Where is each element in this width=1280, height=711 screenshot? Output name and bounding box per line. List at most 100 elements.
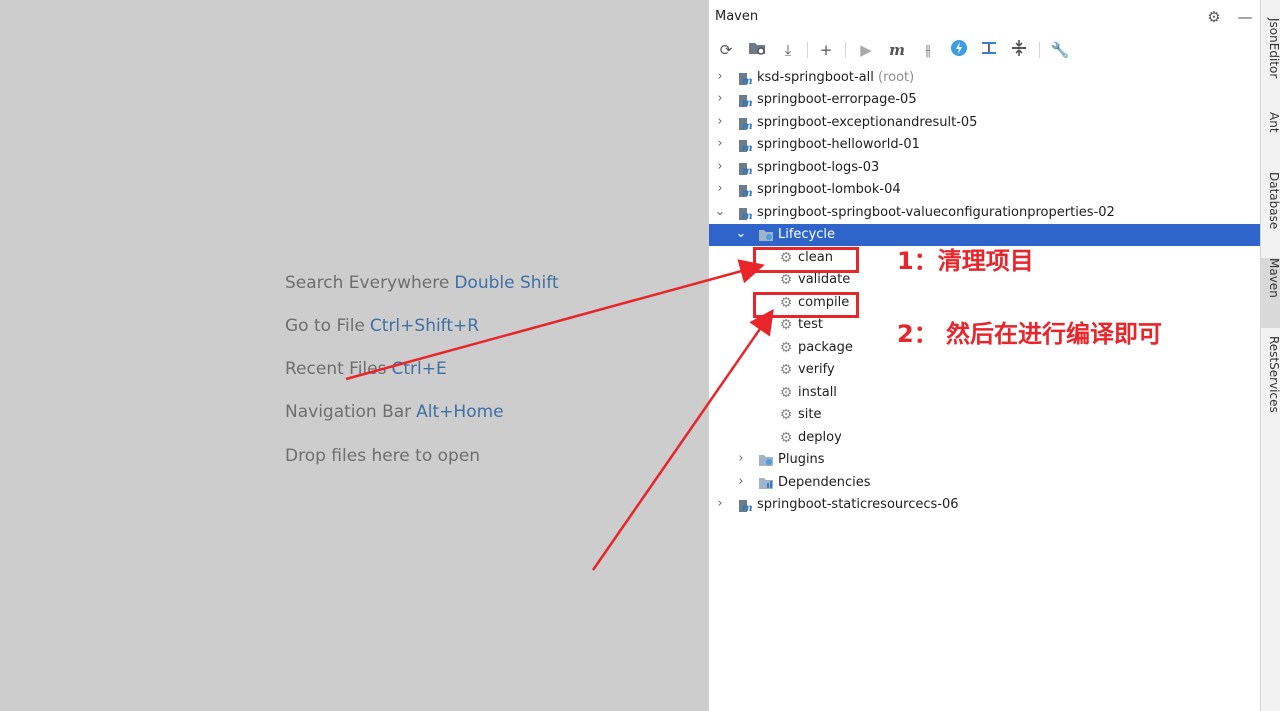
lifecycle-folder-icon bbox=[758, 227, 774, 243]
svg-text:m: m bbox=[742, 143, 753, 153]
tree-row-project[interactable]: › m springboot-helloworld-01 bbox=[709, 134, 1261, 156]
maven-tool-window: Maven ⚙ — ⟳ ⤓ + ▶ m ⫲ 🔧 › m ksd-springbo… bbox=[708, 0, 1261, 711]
skip-tests-icon[interactable] bbox=[948, 39, 970, 61]
refresh-icon[interactable]: ⟳ bbox=[715, 39, 737, 61]
hint-go-to-file: Go to File Ctrl+Shift+R bbox=[285, 316, 480, 336]
maven-module-icon: m bbox=[738, 92, 754, 109]
hint-key: Double Shift bbox=[454, 273, 559, 293]
svg-text:m: m bbox=[742, 121, 753, 131]
right-tool-strip: JsonEditor Ant Database Maven RestServic… bbox=[1260, 0, 1280, 711]
maven-module-icon: m bbox=[738, 137, 754, 154]
toggle-offline-icon[interactable]: ⫲ bbox=[917, 39, 939, 61]
tool-tab-jsoneditor[interactable]: JsonEditor bbox=[1261, 18, 1280, 98]
show-dependencies-icon[interactable] bbox=[978, 39, 1000, 61]
tree-row-label: springboot-exceptionandresult-05 bbox=[757, 115, 978, 130]
tree-row-label: ksd-springboot-all (root) bbox=[757, 70, 915, 85]
svg-text:m: m bbox=[742, 188, 753, 198]
tool-tab-ant[interactable]: Ant bbox=[1261, 112, 1280, 156]
tool-tab-maven[interactable]: Maven bbox=[1261, 258, 1280, 328]
tree-row-label: springboot-errorpage-05 bbox=[757, 92, 917, 107]
tree-row-label: test bbox=[798, 317, 823, 332]
maven-goal-icon[interactable]: m bbox=[886, 39, 908, 61]
tree-row-label: springboot-springboot-valueconfiguration… bbox=[757, 205, 1115, 220]
hint-recent-files: Recent Files Ctrl+E bbox=[285, 359, 447, 379]
gear-icon: ⚙ bbox=[779, 385, 793, 401]
tree-row-label: package bbox=[798, 340, 853, 355]
toolbar-separator bbox=[807, 42, 808, 58]
gear-icon: ⚙ bbox=[779, 317, 793, 333]
maven-module-icon: m bbox=[738, 160, 754, 177]
tree-row-label: Lifecycle bbox=[778, 227, 836, 242]
chevron-right-icon[interactable]: › bbox=[714, 69, 726, 85]
minimize-icon[interactable]: — bbox=[1236, 8, 1254, 26]
tree-row-project[interactable]: › m springboot-staticresourcecs-06 bbox=[709, 494, 1261, 516]
maven-panel-header: Maven ⚙ — bbox=[709, 0, 1261, 34]
svg-text:m: m bbox=[742, 98, 753, 108]
chevron-right-icon[interactable]: › bbox=[735, 474, 747, 490]
tree-row-goal-verify[interactable]: ⚙ verify bbox=[709, 359, 1261, 381]
chevron-down-icon[interactable]: ⌄ bbox=[714, 204, 726, 220]
annotation-step-2: 2： 然后在进行编译即可 bbox=[897, 320, 1163, 348]
settings-wrench-icon[interactable]: 🔧 bbox=[1049, 39, 1071, 61]
hint-key: Ctrl+E bbox=[391, 359, 447, 379]
tree-row-dependencies[interactable]: › Dependencies bbox=[709, 472, 1261, 494]
tree-row-label: springboot-staticresourcecs-06 bbox=[757, 497, 959, 512]
highlight-box-clean bbox=[753, 247, 859, 273]
hint-search-everywhere: Search Everywhere Double Shift bbox=[285, 273, 559, 293]
tool-tab-database[interactable]: Database bbox=[1261, 172, 1280, 246]
chevron-right-icon[interactable]: › bbox=[714, 91, 726, 107]
chevron-right-icon[interactable]: › bbox=[735, 451, 747, 467]
tree-row-project[interactable]: › m springboot-logs-03 bbox=[709, 157, 1261, 179]
tree-row-label: Plugins bbox=[778, 452, 825, 467]
hint-key: Alt+Home bbox=[416, 402, 504, 422]
tree-row-goal-install[interactable]: ⚙ install bbox=[709, 382, 1261, 404]
tree-row-label: springboot-logs-03 bbox=[757, 160, 880, 175]
chevron-right-icon[interactable]: › bbox=[714, 136, 726, 152]
tree-row-project[interactable]: › m ksd-springboot-all (root) bbox=[709, 67, 1261, 89]
svg-text:m: m bbox=[742, 76, 753, 86]
maven-module-icon: m bbox=[738, 205, 754, 222]
tree-row-plugins[interactable]: › Plugins bbox=[709, 449, 1261, 471]
plugins-folder-icon bbox=[758, 452, 774, 468]
download-icon[interactable]: ⤓ bbox=[777, 39, 799, 61]
hint-navigation-bar: Navigation Bar Alt+Home bbox=[285, 402, 504, 422]
gear-icon: ⚙ bbox=[779, 340, 793, 356]
tree-row-label: springboot-helloworld-01 bbox=[757, 137, 920, 152]
tree-row-project-expanded[interactable]: ⌄ m springboot-springboot-valueconfigura… bbox=[709, 202, 1261, 224]
chevron-down-icon[interactable]: ⌄ bbox=[735, 226, 747, 242]
maven-toolbar: ⟳ ⤓ + ▶ m ⫲ 🔧 bbox=[709, 36, 1261, 64]
toolbar-separator bbox=[845, 42, 846, 58]
tree-row-label: site bbox=[798, 407, 822, 422]
tree-row-project[interactable]: › m springboot-exceptionandresult-05 bbox=[709, 112, 1261, 134]
toolbar-separator bbox=[1039, 42, 1040, 58]
add-icon[interactable]: + bbox=[815, 39, 837, 61]
gear-icon: ⚙ bbox=[779, 407, 793, 423]
tree-row-goal-deploy[interactable]: ⚙ deploy bbox=[709, 427, 1261, 449]
tree-row-label: install bbox=[798, 385, 837, 400]
collapse-all-icon[interactable] bbox=[1008, 39, 1030, 61]
tree-row-label: validate bbox=[798, 272, 851, 287]
tree-row-goal-site[interactable]: ⚙ site bbox=[709, 404, 1261, 426]
svg-text:m: m bbox=[742, 211, 753, 221]
maven-module-icon: m bbox=[738, 115, 754, 132]
maven-module-icon: m bbox=[738, 70, 754, 87]
hint-drop-files: Drop files here to open bbox=[285, 446, 481, 466]
tree-row-project[interactable]: › m springboot-lombok-04 bbox=[709, 179, 1261, 201]
chevron-right-icon[interactable]: › bbox=[714, 181, 726, 197]
tree-row-project[interactable]: › m springboot-errorpage-05 bbox=[709, 89, 1261, 111]
run-icon[interactable]: ▶ bbox=[855, 39, 877, 61]
tree-row-label: deploy bbox=[798, 430, 842, 445]
gear-icon[interactable]: ⚙ bbox=[1205, 8, 1223, 26]
generate-sources-icon[interactable] bbox=[746, 39, 768, 61]
editor-empty-area: Search Everywhere Double Shift Go to File… bbox=[0, 0, 708, 711]
svg-text:m: m bbox=[742, 503, 753, 513]
maven-module-icon: m bbox=[738, 182, 754, 199]
tool-tab-restservices[interactable]: RestServices bbox=[1261, 336, 1280, 418]
chevron-right-icon[interactable]: › bbox=[714, 496, 726, 512]
chevron-right-icon[interactable]: › bbox=[714, 114, 726, 130]
hint-key: Ctrl+Shift+R bbox=[369, 316, 480, 336]
maven-module-icon: m bbox=[738, 497, 754, 514]
gear-icon: ⚙ bbox=[779, 272, 793, 288]
dependencies-folder-icon bbox=[758, 475, 774, 491]
chevron-right-icon[interactable]: › bbox=[714, 159, 726, 175]
